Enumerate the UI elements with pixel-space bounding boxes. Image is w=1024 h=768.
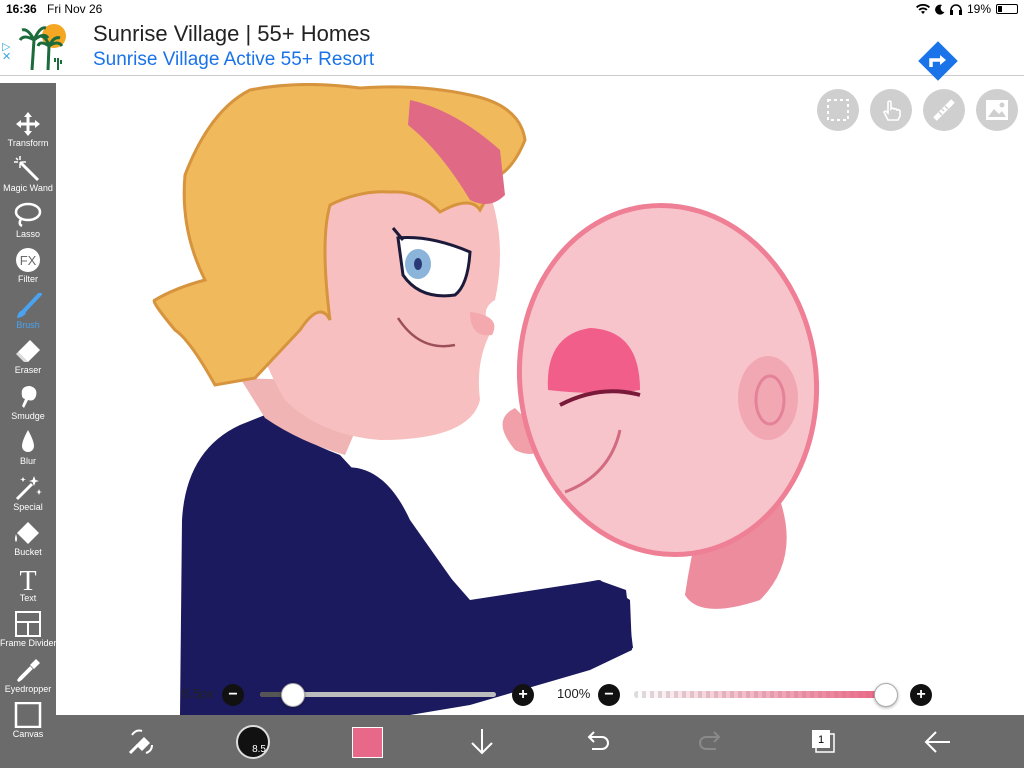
status-time: 16:36 bbox=[6, 2, 37, 16]
tool-bucket[interactable]: Bucket bbox=[0, 516, 56, 560]
brush-size-label: 8.5px bbox=[182, 686, 214, 701]
text-icon: T bbox=[19, 566, 36, 592]
tool-eyedropper[interactable]: Eyedropper bbox=[0, 653, 56, 697]
redo-button[interactable] bbox=[680, 715, 740, 768]
tool-lasso[interactable]: Lasso bbox=[0, 198, 56, 242]
ad-headline[interactable]: Sunrise Village | 55+ Homes bbox=[93, 21, 370, 47]
tool-label: Transform bbox=[7, 138, 49, 148]
eraser-icon bbox=[16, 340, 40, 362]
tool-special[interactable]: Special bbox=[0, 471, 56, 515]
moon-icon bbox=[935, 4, 945, 15]
tool-transform[interactable]: Transform bbox=[0, 107, 56, 151]
opacity-slider[interactable] bbox=[634, 691, 886, 698]
opacity-minus-button[interactable]: − bbox=[598, 684, 620, 706]
redo-icon bbox=[699, 731, 721, 750]
tool-label: Filter bbox=[18, 274, 38, 284]
tool-magic-wand[interactable]: Magic Wand bbox=[0, 152, 56, 196]
bucket-icon bbox=[15, 522, 39, 544]
status-bar: 16:36 Fri Nov 26 19% bbox=[0, 0, 1024, 18]
smudge-icon bbox=[21, 386, 37, 408]
bottom-toolbar: 8.5 1 bbox=[56, 715, 1024, 768]
frame-divider-icon bbox=[15, 611, 41, 637]
image-button[interactable] bbox=[976, 89, 1018, 131]
svg-text:T: T bbox=[19, 566, 36, 592]
tool-brush[interactable]: Brush bbox=[0, 289, 56, 333]
lasso-icon bbox=[14, 202, 42, 228]
tool-label: Brush bbox=[16, 320, 40, 330]
status-right: 19% bbox=[915, 2, 1018, 16]
brush-size-badge: 8.5 bbox=[252, 744, 266, 755]
tool-label: Special bbox=[13, 502, 43, 512]
brush-icon bbox=[17, 293, 42, 318]
tool-label: Frame Divider bbox=[0, 638, 57, 648]
sparkle-wand-icon bbox=[15, 476, 42, 501]
tool-label: Eraser bbox=[14, 365, 42, 375]
drop-icon bbox=[22, 430, 34, 452]
ruler-button[interactable] bbox=[923, 89, 965, 131]
tool-label: Smudge bbox=[11, 411, 45, 421]
tool-label: Lasso bbox=[15, 229, 41, 239]
tool-blur[interactable]: Blur bbox=[0, 425, 56, 469]
svg-text:FX: FX bbox=[20, 253, 37, 268]
tool-frame-divider[interactable]: Frame Divider bbox=[0, 607, 57, 651]
quick-swap-button[interactable] bbox=[110, 715, 170, 768]
layers-button[interactable]: 1 bbox=[810, 728, 835, 753]
wifi-icon bbox=[915, 3, 930, 14]
ruler-icon bbox=[933, 99, 955, 121]
selection-icon bbox=[827, 99, 849, 121]
undo-button[interactable] bbox=[566, 715, 626, 768]
battery-icon bbox=[996, 4, 1018, 14]
move-arrows-icon bbox=[16, 112, 40, 136]
size-plus-button[interactable]: + bbox=[512, 684, 534, 706]
tool-eraser[interactable]: Eraser bbox=[0, 334, 56, 378]
selection-button[interactable] bbox=[817, 89, 859, 131]
tool-label: Canvas bbox=[12, 729, 44, 739]
ad-banner[interactable]: ▷ ✕ Sunrise Village | 55+ Homes Sunrise V… bbox=[0, 18, 1024, 81]
arrow-left-icon bbox=[924, 731, 950, 753]
directions-arrow-icon[interactable] bbox=[918, 41, 958, 81]
touch-button[interactable] bbox=[870, 89, 912, 131]
tool-sidebar: Transform Magic Wand Lasso FX Filter Bru… bbox=[0, 83, 57, 768]
touch-icon bbox=[883, 100, 901, 121]
artwork bbox=[152, 83, 820, 715]
arrow-down-icon bbox=[471, 729, 493, 755]
ad-choices-icon[interactable]: ▷ ✕ bbox=[2, 42, 11, 63]
ad-logo bbox=[18, 24, 66, 71]
headphones-icon bbox=[949, 3, 962, 15]
tool-label: Magic Wand bbox=[3, 183, 53, 193]
tool-smudge[interactable]: Smudge bbox=[0, 380, 56, 424]
image-icon bbox=[986, 100, 1008, 120]
brush-eraser-swap-icon bbox=[128, 729, 153, 755]
canvas-icon bbox=[14, 702, 42, 728]
eyedropper-icon bbox=[16, 659, 40, 683]
undo-icon bbox=[587, 731, 609, 750]
color-picker-button[interactable] bbox=[352, 727, 383, 758]
magic-wand-icon bbox=[14, 156, 40, 182]
battery-percent: 19% bbox=[966, 2, 991, 16]
opacity-knob[interactable] bbox=[874, 683, 898, 707]
fx-icon: FX bbox=[16, 248, 40, 272]
tool-label: Text bbox=[19, 593, 37, 603]
layers-icon: 1 bbox=[812, 730, 835, 753]
drawing-canvas[interactable] bbox=[56, 83, 1024, 715]
back-button[interactable] bbox=[906, 715, 966, 768]
tool-text[interactable]: T Text bbox=[0, 562, 56, 606]
svg-text:1: 1 bbox=[818, 734, 824, 746]
tool-label: Blur bbox=[19, 456, 36, 466]
download-button[interactable] bbox=[452, 715, 512, 768]
opacity-plus-button[interactable]: + bbox=[910, 684, 932, 706]
tool-filter[interactable]: FX Filter bbox=[0, 243, 56, 287]
tool-label: Bucket bbox=[14, 547, 42, 557]
size-minus-button[interactable]: − bbox=[222, 684, 244, 706]
ad-subline[interactable]: Sunrise Village Active 55+ Resort bbox=[93, 49, 374, 71]
opacity-label: 100% bbox=[557, 686, 591, 701]
brush-size-knob[interactable] bbox=[281, 683, 306, 707]
brush-size-button[interactable]: 8.5 bbox=[236, 725, 270, 759]
tool-canvas[interactable]: Canvas bbox=[0, 698, 56, 742]
tool-label: Eyedropper bbox=[4, 684, 52, 694]
status-date: Fri Nov 26 bbox=[47, 2, 103, 16]
